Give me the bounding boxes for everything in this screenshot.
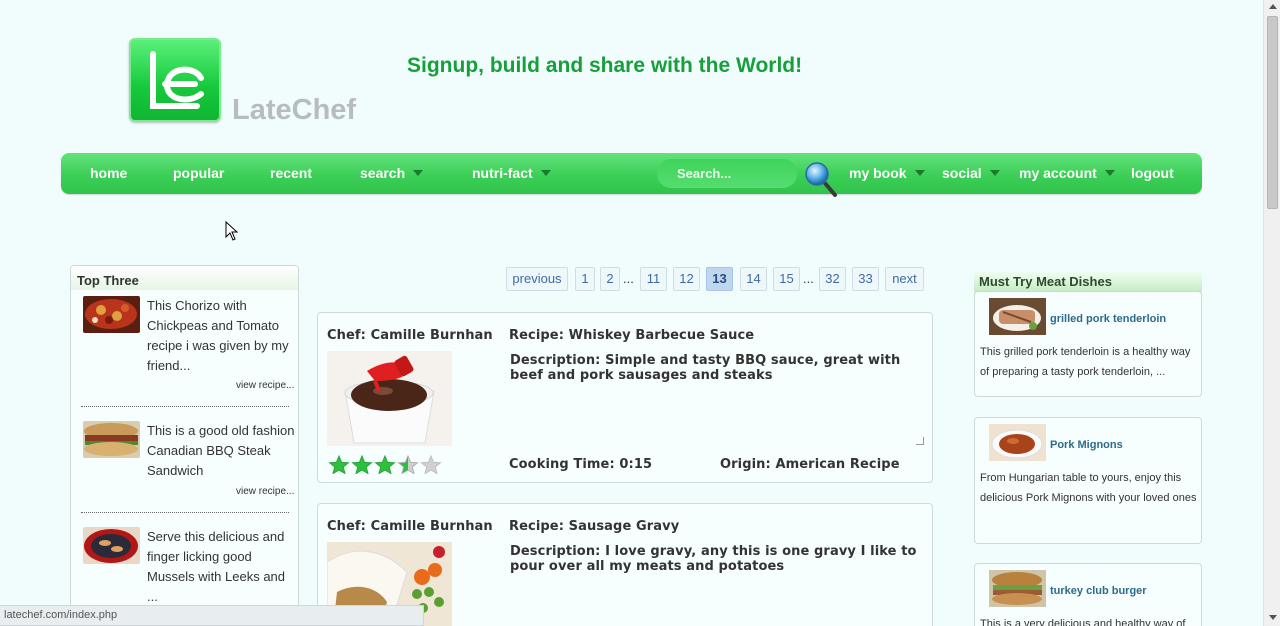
pork-tenderloin-thumbnail [989,298,1046,335]
pork-mignons-thumbnail [989,424,1046,461]
chorizo-thumbnail [83,296,140,333]
nav-social-menu[interactable]: social [942,165,1000,181]
star-full-icon [351,455,373,474]
nav-my-book-menu[interactable]: my book [849,165,925,181]
nav-logout[interactable]: logout [1131,165,1174,181]
top-three-panel: Top Three This Chorizo with Chickpeas an… [70,265,299,626]
top-item-text: This Chorizo with Chickpeas and Tomato r… [147,298,289,373]
chevron-down-icon [540,170,551,177]
scroll-down-arrow-icon[interactable] [1269,615,1277,620]
view-recipe-link[interactable]: view recipe... [236,486,294,497]
logo-mark-icon [150,51,204,109]
recipe-photo[interactable] [327,351,452,446]
magnifier-icon [805,162,837,197]
pagination-page[interactable]: 12 [673,267,700,291]
nav-search-label: search [360,165,406,181]
pagination-page[interactable]: 14 [740,267,767,291]
nav-home[interactable]: home [90,165,127,181]
pagination-current-page[interactable]: 13 [706,267,733,291]
top-item-text: Serve this delicious and finger licking … [147,529,286,604]
star-rating[interactable] [328,455,442,474]
star-empty-icon [420,455,442,474]
chevron-down-icon [989,170,1000,177]
pagination-page[interactable]: 32 [819,267,846,291]
star-full-icon [374,455,396,474]
list-item[interactable]: turkey club burger This is a very delici… [974,563,1202,626]
nav-popular[interactable]: popular [173,165,224,181]
pagination-page[interactable]: 1 [575,267,595,291]
nav-social-label: social [942,165,982,181]
pagination-ellipsis: ... [623,271,634,286]
recipe-description: Description: Simple and tasty BBQ sauce,… [510,353,901,383]
chevron-down-icon [914,170,925,177]
search-button[interactable] [802,160,842,200]
top-three-title: Top Three [71,266,298,290]
dish-name[interactable]: Pork Mignons [1050,439,1123,451]
dish-name[interactable]: grilled pork tenderloin [1050,313,1166,325]
nav-my-account-label: my account [1019,165,1097,181]
recipe-title[interactable]: Recipe: Sausage Gravy [509,519,679,534]
nav-recent[interactable]: recent [270,165,312,181]
star-half-icon [397,455,419,474]
dish-description: This grilled pork tenderloin is a health… [980,346,1191,378]
bbq-sauce-photo [327,351,452,446]
pagination-page[interactable]: 2 [600,267,620,291]
status-bar-url: latechef.com/index.php [0,605,424,626]
dish-description: From Hungarian table to yours, enjoy thi… [980,472,1197,504]
view-recipe-link[interactable]: view recipe... [236,380,294,391]
resize-handle-icon [916,437,924,445]
meat-dishes-title: Must Try Meat Dishes [974,271,1202,292]
star-full-icon [328,455,350,474]
top-item-text: This is a good old fashion Canadian BBQ … [147,423,295,478]
divider [81,512,289,513]
logo[interactable] [129,38,221,122]
recipe-description: Description: I love gravy, any this is o… [510,544,917,574]
recipe-card[interactable]: Chef: Camille Burnhan Recipe: Whiskey Ba… [317,312,933,483]
search-input[interactable] [657,159,797,188]
nav-search-menu[interactable]: search [360,165,424,181]
nav-my-book-label: my book [849,165,907,181]
recipe-title[interactable]: Recipe: Whiskey Barbecue Sauce [509,328,754,343]
pagination-page[interactable]: 11 [640,267,667,291]
scroll-thumb[interactable] [1267,16,1278,209]
dish-description: This is a very delicious and healthy way… [980,618,1186,626]
recipe-chef: Chef: Camille Burnhan [327,328,493,343]
pagination-page[interactable]: 15 [773,267,800,291]
mouse-cursor-icon [225,221,239,241]
pagination-previous[interactable]: previous [506,267,568,291]
tagline: Signup, build and share with the World! [407,54,803,77]
logo-text: LateChef [232,94,357,126]
mussels-thumbnail [83,527,140,564]
turkey-club-burger-thumbnail [989,570,1046,607]
recipe-chef: Chef: Camille Burnhan [327,519,493,534]
scroll-up-arrow-icon[interactable] [1269,4,1277,9]
pagination-ellipsis: ... [803,271,814,286]
main-nav: home popular recent search nutri-fact my… [61,153,1202,197]
nav-my-account-menu[interactable]: my account [1019,165,1115,181]
steak-sandwich-thumbnail [83,421,140,458]
vertical-scrollbar[interactable] [1263,0,1280,626]
nav-nutri-fact-label: nutri-fact [472,165,533,181]
list-item[interactable]: grilled pork tenderloin This grilled por… [974,291,1202,397]
nav-nutri-fact-menu[interactable]: nutri-fact [472,165,551,181]
recipe-cooking-time: Cooking Time: 0:15 [509,457,653,472]
chevron-down-icon [1104,170,1115,177]
pagination-page[interactable]: 33 [852,267,879,291]
chevron-down-icon [413,170,424,177]
dish-name[interactable]: turkey club burger [1050,585,1147,597]
pagination-next[interactable]: next [885,267,924,291]
list-item[interactable]: Pork Mignons From Hungarian table to you… [974,417,1202,544]
recipe-origin: Origin: American Recipe [720,457,900,472]
divider [81,406,289,407]
